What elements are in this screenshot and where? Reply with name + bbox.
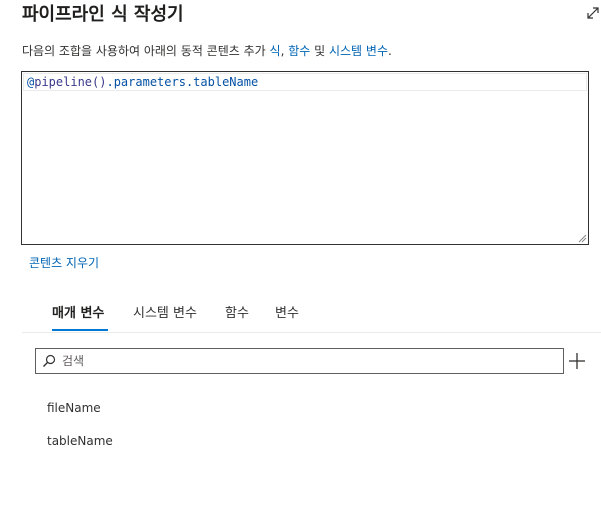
plus-icon: [569, 353, 585, 369]
tab-bar: 매개 변수 시스템 변수 함수 변수: [22, 297, 601, 333]
tab-parameters[interactable]: 매개 변수: [52, 305, 104, 323]
parameter-item-tablename[interactable]: tableName: [47, 433, 113, 449]
active-tab-indicator: [52, 329, 108, 331]
expression-editor[interactable]: @pipeline().parameters.tableName: [21, 71, 589, 245]
search-input[interactable]: [62, 351, 557, 371]
add-parameter-button[interactable]: [568, 352, 586, 370]
expression-code[interactable]: @pipeline().parameters.tableName: [27, 74, 258, 90]
system-variables-link[interactable]: 시스템 변수: [329, 44, 388, 58]
code-function: pipeline(): [34, 75, 107, 89]
tab-variables[interactable]: 변수: [275, 305, 299, 323]
description: 다음의 조합을 사용하여 아래의 동적 콘텐츠 추가 식, 함수 및 시스템 변…: [22, 43, 392, 59]
search-icon: [43, 354, 56, 367]
code-property: .parameters.tableName: [106, 75, 259, 89]
functions-link[interactable]: 함수: [288, 44, 310, 58]
description-separator: 및: [310, 44, 329, 58]
expression-link[interactable]: 식: [270, 44, 281, 58]
tab-functions[interactable]: 함수: [225, 305, 249, 323]
page-title: 파이프라인 식 작성기: [22, 4, 184, 25]
search-box[interactable]: [35, 348, 564, 374]
description-end: .: [387, 44, 392, 58]
expand-diagonal-icon[interactable]: [586, 6, 600, 20]
clear-content-link[interactable]: 콘텐츠 지우기: [29, 255, 99, 271]
resize-handle-icon[interactable]: [577, 233, 587, 243]
tab-system-variables[interactable]: 시스템 변수: [133, 305, 197, 323]
description-text: 다음의 조합을 사용하여 아래의 동적 콘텐츠 추가: [22, 44, 270, 58]
parameter-item-filename[interactable]: fileName: [47, 400, 101, 416]
